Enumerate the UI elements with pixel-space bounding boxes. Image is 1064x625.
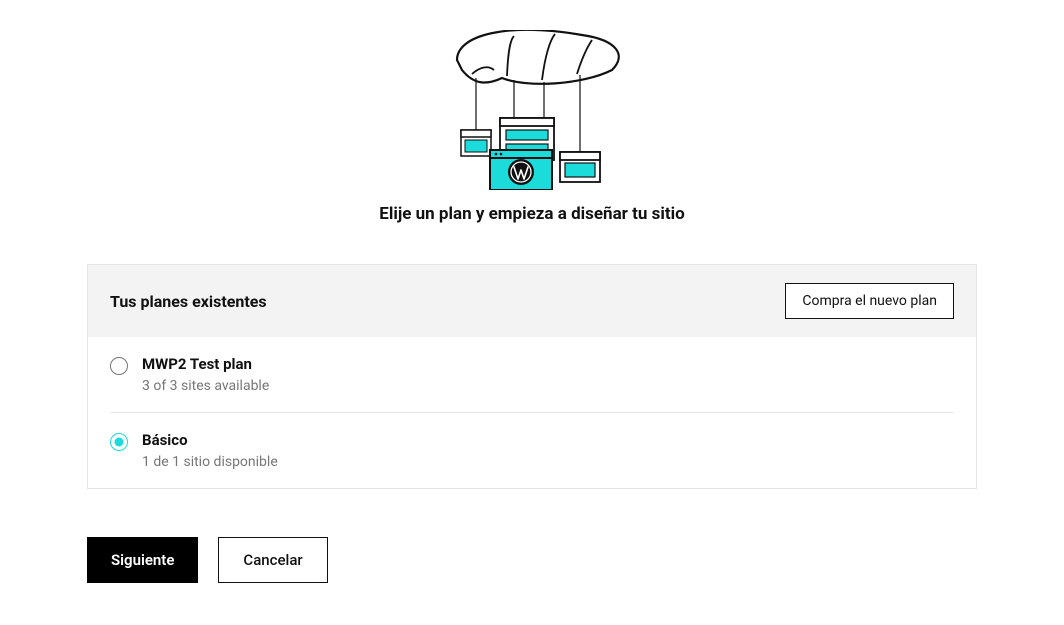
- hero-illustration: [432, 30, 632, 190]
- hero-title: Elije un plan y empieza a diseñar tu sit…: [87, 204, 977, 224]
- plan-option-mwp2[interactable]: MWP2 Test plan 3 of 3 sites available: [110, 337, 954, 412]
- radio-icon[interactable]: [110, 433, 128, 451]
- plan-info: MWP2 Test plan 3 of 3 sites available: [142, 355, 954, 394]
- action-buttons: Siguiente Cancelar: [87, 537, 977, 583]
- next-button[interactable]: Siguiente: [87, 537, 198, 583]
- buy-new-plan-button[interactable]: Compra el nuevo plan: [785, 283, 954, 319]
- page-container: Elije un plan y empieza a diseñar tu sit…: [87, 0, 977, 583]
- plan-name: Básico: [142, 431, 954, 449]
- plan-info: Básico 1 de 1 sitio disponible: [142, 431, 954, 470]
- plan-list: MWP2 Test plan 3 of 3 sites available Bá…: [88, 337, 976, 488]
- plans-header-title: Tus planes existentes: [110, 292, 267, 311]
- plan-name: MWP2 Test plan: [142, 355, 954, 373]
- plan-subtitle: 1 de 1 sitio disponible: [142, 454, 954, 470]
- cancel-button[interactable]: Cancelar: [218, 537, 327, 583]
- plan-subtitle: 3 of 3 sites available: [142, 378, 954, 394]
- plan-option-basico[interactable]: Básico 1 de 1 sitio disponible: [110, 412, 954, 488]
- hero-section: Elije un plan y empieza a diseñar tu sit…: [87, 30, 977, 224]
- plans-panel: Tus planes existentes Compra el nuevo pl…: [87, 264, 977, 489]
- plans-header: Tus planes existentes Compra el nuevo pl…: [88, 265, 976, 337]
- radio-icon[interactable]: [110, 357, 128, 375]
